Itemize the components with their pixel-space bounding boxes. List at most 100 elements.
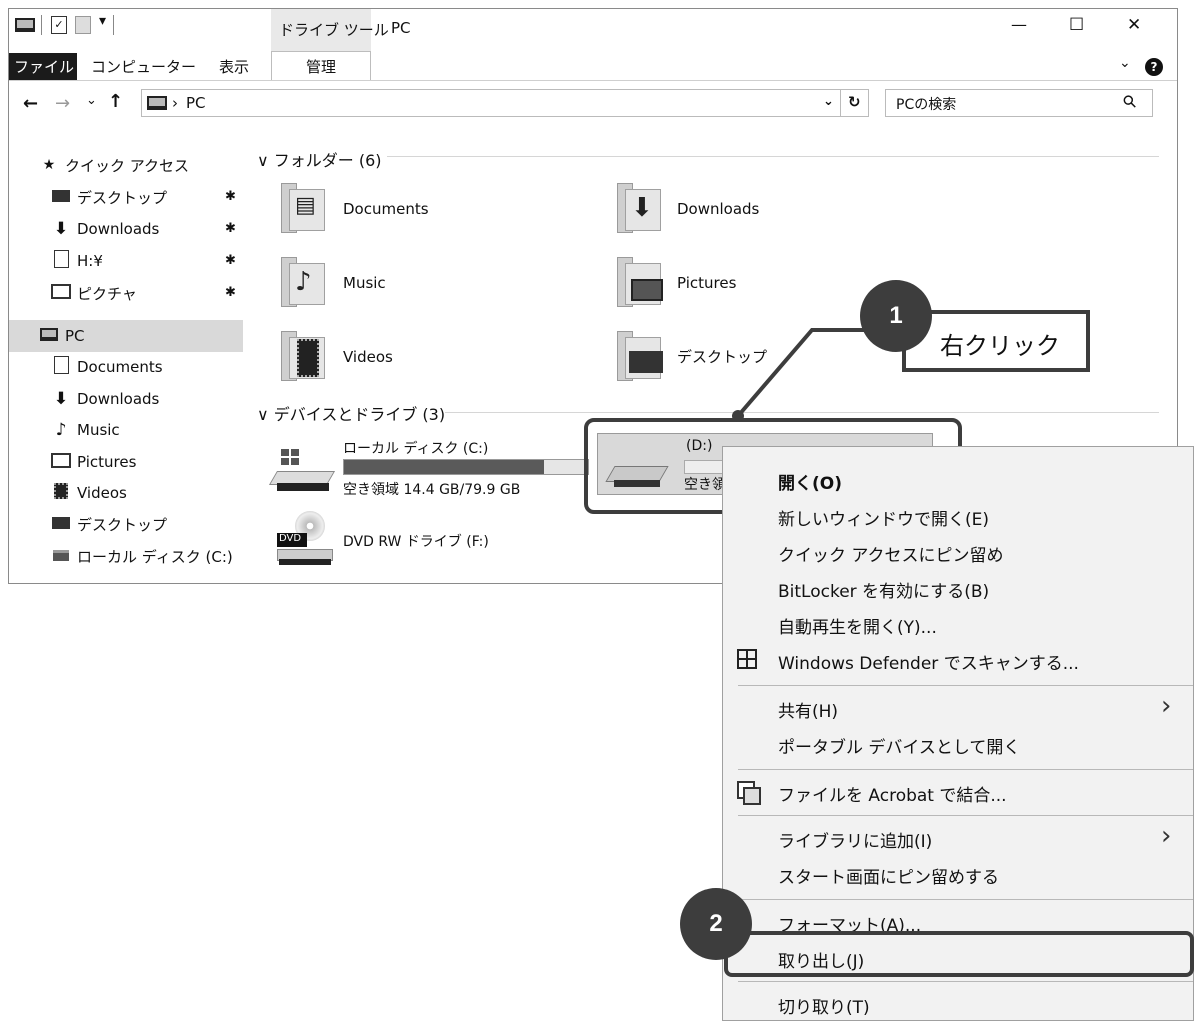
folder-label: Videos	[343, 348, 393, 366]
group-divider	[387, 156, 1159, 157]
refresh-icon[interactable]: ↻	[848, 93, 861, 111]
pin-icon[interactable]: ✱	[225, 253, 236, 268]
menu-item-pin-to-start[interactable]: スタート画面にピン留めする	[778, 863, 999, 888]
menu-item-share[interactable]: 共有(H)	[778, 697, 838, 722]
sidebar-item-downloads[interactable]: ⬇ Downloads	[51, 215, 284, 243]
sidebar-item-pictures-pc[interactable]: Pictures	[51, 448, 284, 476]
tab-manage[interactable]: 管理	[271, 51, 371, 81]
sidebar-item-h-drive[interactable]: H:¥	[51, 247, 284, 275]
local-disk-icon	[51, 547, 71, 565]
windows-defender-icon	[737, 649, 757, 669]
close-button[interactable]: ✕	[1127, 15, 1141, 35]
sidebar-item-local-disk[interactable]: ローカル ディスク (C:)	[51, 542, 284, 570]
sidebar-item-label: デスクトップ	[77, 515, 168, 534]
menu-item-defender-scan[interactable]: Windows Defender でスキャンする...	[778, 649, 1079, 674]
search-box[interactable]: PCの検索 ⚲	[885, 89, 1153, 117]
menu-separator	[738, 899, 1193, 900]
folder-label: Downloads	[677, 200, 760, 218]
qat-divider-2	[113, 15, 114, 35]
pc-icon[interactable]	[15, 17, 35, 36]
sidebar-item-pc[interactable]: PC	[39, 322, 272, 350]
dvd-drive-icon: DVD	[273, 511, 337, 567]
address-bar[interactable]: › PC ⌄ ↻	[141, 89, 869, 117]
folders-group-header[interactable]: ∨ フォルダー (6)	[257, 147, 382, 171]
folder-label: Pictures	[677, 274, 737, 292]
new-folder-icon[interactable]	[75, 16, 91, 34]
sidebar-item-label: PC	[65, 327, 85, 345]
menu-item-open[interactable]: 開く(O)	[778, 469, 842, 494]
menu-item-pin-quick-access[interactable]: クイック アクセスにピン留め	[778, 541, 1004, 566]
download-arrow-icon: ⬇	[53, 389, 69, 409]
sidebar-quick-access[interactable]: ★ クイック アクセス	[39, 151, 272, 179]
music-note-icon: ♪	[55, 420, 67, 440]
forward-button[interactable]: →	[55, 93, 70, 114]
desktop-folder-icon	[617, 329, 665, 381]
folders-header-label: フォルダー (6)	[273, 151, 382, 170]
menu-item-portable-device[interactable]: ポータブル デバイスとして開く	[778, 733, 1020, 758]
sidebar-item-desktop-pc[interactable]: デスクトップ	[51, 510, 284, 538]
address-divider	[840, 90, 841, 116]
menu-item-autoplay[interactable]: 自動再生を開く(Y)...	[778, 613, 937, 638]
sidebar-item-downloads-pc[interactable]: ⬇ Downloads	[51, 385, 284, 413]
drive-dvd[interactable]: DVD DVD RW ドライブ (F:)	[273, 511, 533, 569]
breadcrumb-separator[interactable]: ›	[172, 94, 178, 112]
sidebar-item-label: Downloads	[77, 390, 160, 408]
ribbon-divider	[9, 80, 1177, 81]
menu-separator	[738, 685, 1193, 686]
menu-separator	[738, 981, 1193, 982]
documents-icon	[51, 356, 71, 378]
breadcrumb[interactable]: PC	[186, 94, 206, 112]
chevron-down-icon: ∨	[257, 151, 274, 170]
pictures-icon	[51, 452, 71, 472]
sidebar-item-desktop[interactable]: デスクトップ	[51, 183, 284, 211]
collapse-ribbon-icon[interactable]: ⌄	[1119, 55, 1131, 71]
tab-file[interactable]: ファイル	[9, 53, 77, 81]
pin-icon[interactable]: ✱	[225, 285, 236, 300]
sidebar-item-label: ピクチャ	[77, 284, 137, 303]
right-click-callout-text: 右クリック	[940, 332, 1060, 360]
contextual-tab-group-label: ドライブ ツール	[279, 21, 389, 39]
address-dropdown-icon[interactable]: ⌄	[823, 94, 834, 109]
tab-view[interactable]: 表示	[219, 56, 249, 77]
film-icon	[51, 483, 71, 503]
back-button[interactable]: ←	[23, 93, 38, 114]
menu-item-cut[interactable]: 切り取り(T)	[778, 993, 870, 1018]
recent-locations-button[interactable]: ⌄	[86, 93, 97, 108]
sidebar-item-label: Documents	[77, 358, 163, 376]
menu-item-open-new-window[interactable]: 新しいウィンドウで開く(E)	[778, 505, 989, 530]
qat-divider	[41, 15, 42, 35]
desktop-icon	[51, 188, 71, 206]
folder-label: Music	[343, 274, 386, 292]
sidebar-item-label: H:¥	[77, 252, 103, 270]
properties-icon[interactable]: ✓	[51, 16, 67, 34]
sidebar-item-pictures[interactable]: ピクチャ	[51, 279, 284, 307]
sidebar-item-label: デスクトップ	[77, 188, 168, 207]
devices-group-header[interactable]: ∨ デバイスとドライブ (3)	[257, 401, 445, 425]
menu-item-add-to-library[interactable]: ライブラリに追加(I)	[778, 827, 932, 852]
submenu-arrow-icon: ›	[1161, 821, 1172, 851]
drive-c-usage-fill	[344, 460, 545, 474]
pin-icon[interactable]: ✱	[225, 189, 236, 204]
menu-item-bitlocker[interactable]: BitLocker を有効にする(B)	[778, 577, 989, 602]
eject-highlight-frame	[724, 931, 1194, 977]
sidebar-item-music[interactable]: ♪ Music	[51, 416, 284, 444]
drive-c[interactable]: ローカル ディスク (C:) 空き領域 14.4 GB/79.9 GB	[268, 441, 589, 498]
menu-item-acrobat-combine[interactable]: ファイルを Acrobat で結合...	[778, 781, 1007, 806]
sidebar-item-label: Pictures	[77, 453, 137, 471]
pin-icon[interactable]: ✱	[225, 221, 236, 236]
tab-computer[interactable]: コンピューター	[91, 56, 196, 77]
maximize-button[interactable]: ☐	[1069, 15, 1084, 35]
qat-customize-icon[interactable]: ▾	[99, 13, 106, 29]
tab-file-label: ファイル	[14, 58, 75, 76]
help-icon[interactable]: ?	[1145, 58, 1163, 76]
acrobat-combine-icon	[737, 781, 761, 805]
search-icon[interactable]: ⚲	[1119, 91, 1142, 114]
sidebar-item-videos[interactable]: Videos	[51, 479, 284, 507]
sidebar-item-documents[interactable]: Documents	[51, 353, 284, 381]
minimize-button[interactable]: —	[1011, 15, 1027, 34]
desktop-icon	[51, 515, 71, 533]
address-pc-icon	[147, 95, 167, 114]
search-input[interactable]: PCの検索	[896, 94, 956, 114]
up-button[interactable]: ↑	[108, 91, 123, 112]
submenu-arrow-icon: ›	[1161, 691, 1172, 721]
